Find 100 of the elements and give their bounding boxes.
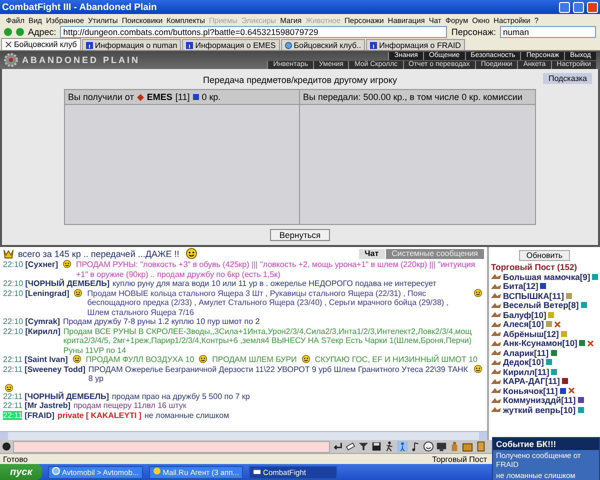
message-author[interactable]: [Sweeney Todd] (24, 364, 86, 374)
address-field[interactable]: http://dungeon.combats.com/buttons.pl?battle=0.645321598079729 (60, 26, 448, 38)
message-author[interactable]: [Leningrad] (25, 288, 70, 298)
user-name[interactable]: Коммунизддй[11] (503, 395, 576, 406)
character-field[interactable]: numan (500, 26, 596, 38)
walking-person-icon[interactable] (384, 441, 395, 452)
info-badge-icon[interactable] (579, 340, 586, 346)
box-icon[interactable] (462, 441, 473, 452)
back-icon[interactable] (4, 28, 12, 36)
user-name[interactable]: Алеся[10] (503, 319, 544, 330)
smiley-icon (152, 467, 161, 475)
user-name[interactable]: Кирилл[11] (503, 366, 550, 377)
refresh-button[interactable]: Обновить (519, 250, 570, 261)
browser-tab[interactable]: Бойцовский клуб (1, 38, 81, 50)
smiley-icon (302, 355, 310, 363)
cross-icon (568, 387, 575, 394)
message-text: Продам НОВЫЕ кольца стального Ящера 3 Шт , Рукавицы стального Ящера (22/31) , Пояс беспощадного предка (2/33) , Амулет Стального Ящера (23/40) , Серьги мрачного бойца (29/38) , Шлем стального Ящера 7/16 (87, 288, 450, 317)
message-author[interactable]: [ЧОРНЫЙ ДЕМБЕЛЬ] (25, 279, 110, 288)
smiley-icon (186, 248, 198, 259)
user-name[interactable]: Коньячок[11] (503, 386, 558, 396)
message-text: ПРОДАМ ШЛЕМ БУРИ (212, 355, 297, 364)
user-name[interactable]: Абрёныш[12] (503, 328, 559, 339)
maximize-button[interactable] (573, 2, 584, 12)
message-time: 22:11 (3, 410, 22, 420)
user-name[interactable]: КАРА-ДАГ[11] (503, 376, 560, 386)
message-text: ПРОДАМ Ожерелье Безграничной Дерзости 11\22 УВОРОТ 9 урб Шлем Гранитного Утеса 22\39 ТАНК 8 ур (88, 364, 469, 384)
minimize-button[interactable] (559, 2, 570, 12)
smiley-icon (474, 288, 482, 296)
message-text: куплю руну для мага води 10 или 11 ур в . ожерелье НЕДОРОГО подава не интересует (112, 279, 436, 288)
message-text: Продам дружбу 7-8 руны 1.2 куплю 10 пур шмот по 2 (62, 317, 260, 326)
message-text: не ломанные слишком (144, 410, 230, 420)
user-name[interactable]: Веселый Ветер[8] (503, 300, 579, 310)
message-text: ПРОДАМ РУНЫ: "ловкость +3" в обувь (425кр) ||| "ловкость +2, мощь урона+1" в шлем (220кр) ||| "интуиция +1" в оружие (90кр) .. продам дружбу по 6кр (есть 1,5к) (76, 260, 476, 279)
message-text: продам пещеру 11лвл 16 штук (73, 401, 186, 410)
user-name[interactable]: Балуф[10] (503, 310, 546, 320)
browser-tab[interactable]: Информация о EMES (182, 39, 280, 50)
message-author[interactable]: [FRAID] (24, 410, 54, 420)
message-text: ПРОДАМ ФУЛЛ ВОЗДУХА 10 (86, 355, 194, 364)
user-name[interactable]: ВСПЫШКА[11] (503, 290, 564, 301)
message-author[interactable]: [Mr Jastreb] (24, 401, 70, 410)
player-level: [11] (175, 92, 190, 102)
smiley-face-icon[interactable] (423, 441, 434, 452)
message-author[interactable]: [Сухнег] (25, 260, 58, 269)
info-badge-icon[interactable] (540, 283, 546, 290)
user-name[interactable]: Дедок[10] (503, 357, 544, 368)
chat-tab[interactable]: Чат (358, 248, 385, 258)
player-name[interactable]: EMES (146, 92, 172, 102)
start-button[interactable]: пуск (0, 464, 42, 480)
forward-icon[interactable] (16, 28, 24, 36)
message-time: 22:11 (3, 401, 22, 410)
monitor-icon[interactable] (436, 441, 447, 452)
message-text: СКУПАЮ ГОС, ЕF И НИЗИННЫЙ ШМОТ 10 (314, 355, 478, 364)
status-zone: Торговый Пост (432, 454, 487, 464)
window-title: CombatFight III - Abandoned Plain (2, 2, 158, 12)
character-label: Персонаж: (451, 27, 496, 37)
message-text: продам прао на дружбу 5 500 по 7 кр (112, 392, 250, 401)
browser-tab[interactable]: Информация о numan (82, 39, 182, 50)
crown-icon (3, 248, 14, 259)
message-author[interactable]: [ЧОРНЫЙ ДЕМБЕЛЬ] (24, 392, 109, 400)
chat-input[interactable] (13, 440, 330, 452)
smiley-icon (74, 288, 82, 296)
cross-icon (5, 41, 12, 48)
window-icon (252, 467, 261, 475)
message-time: 22:11 (3, 355, 22, 364)
close-button[interactable] (587, 2, 598, 12)
message-time: 22:10 (3, 260, 24, 269)
message-author[interactable]: [Cymrak] (25, 317, 60, 326)
globe-icon (284, 42, 292, 48)
enter-arrow-icon[interactable] (332, 441, 343, 452)
music-note-icon[interactable] (410, 441, 421, 452)
message-time: 22:10 (3, 279, 24, 288)
user-name[interactable]: Анк-Ксунамон[10] (503, 338, 578, 348)
smiley-icon (5, 384, 13, 392)
message-text: Продам ВСЕ РУНЫ В СКРОЛЕЕ-Зводы,,3Сила+1Инта,Урон2/3/4,Сила2/3,Инта1/2/3,Интелект2,Ловк2/3/4,мощ крита2/3/4/5, 2мг+1реж,Парир1/2/3/4,Контры+6 ,земля4 ВЫНЕСУ НА S7екр Есть Чарки 1(Шлем,Броня,Перчи) Руны 11VP по 14 (63, 326, 473, 355)
message-time: 22:11 (3, 364, 22, 374)
gear-icon (4, 53, 18, 67)
smiley-icon (62, 260, 71, 268)
browser-tab[interactable]: Бойцовский клуб.. (280, 39, 366, 50)
user-name[interactable]: Большая мамочка[9] (503, 272, 590, 282)
hint-button[interactable]: Подсказка (543, 73, 592, 84)
person-icon[interactable] (397, 441, 408, 452)
transfer-title: Передача предметов/кредитов другому игроку (203, 75, 397, 85)
message-time: 22:10 (3, 317, 24, 326)
back-button[interactable]: Вернуться (270, 229, 330, 241)
browser-tab[interactable]: Информация о FRAID (366, 39, 465, 50)
game-logo: ABANDONED PLAIN (22, 55, 140, 65)
user-name[interactable]: Аларик[11] (503, 348, 549, 358)
message-author[interactable]: [Кирилл] (25, 326, 60, 336)
user-name[interactable]: Бита[12] (503, 281, 538, 292)
smiley-icon (199, 355, 208, 363)
save-icon[interactable] (371, 441, 382, 452)
private-tag[interactable]: private [ KAKALEYTI ] (57, 410, 142, 420)
message-author[interactable]: [Saint Ivan] (24, 355, 68, 364)
message-time: 22:11 (3, 392, 22, 400)
message-time: 22:10 (3, 288, 24, 298)
room-title: Торговый Пост (152) (490, 262, 578, 272)
banner-text: всего за 145 кр .. передачей ...ДАЖЕ !! (18, 248, 180, 258)
user-name[interactable]: жуткий вепрь[10] (503, 404, 576, 415)
sent-summary: Вы передали: 500.00 кр., в том числе 0 кр. комиссии (303, 92, 522, 102)
smiley-icon (474, 364, 482, 372)
